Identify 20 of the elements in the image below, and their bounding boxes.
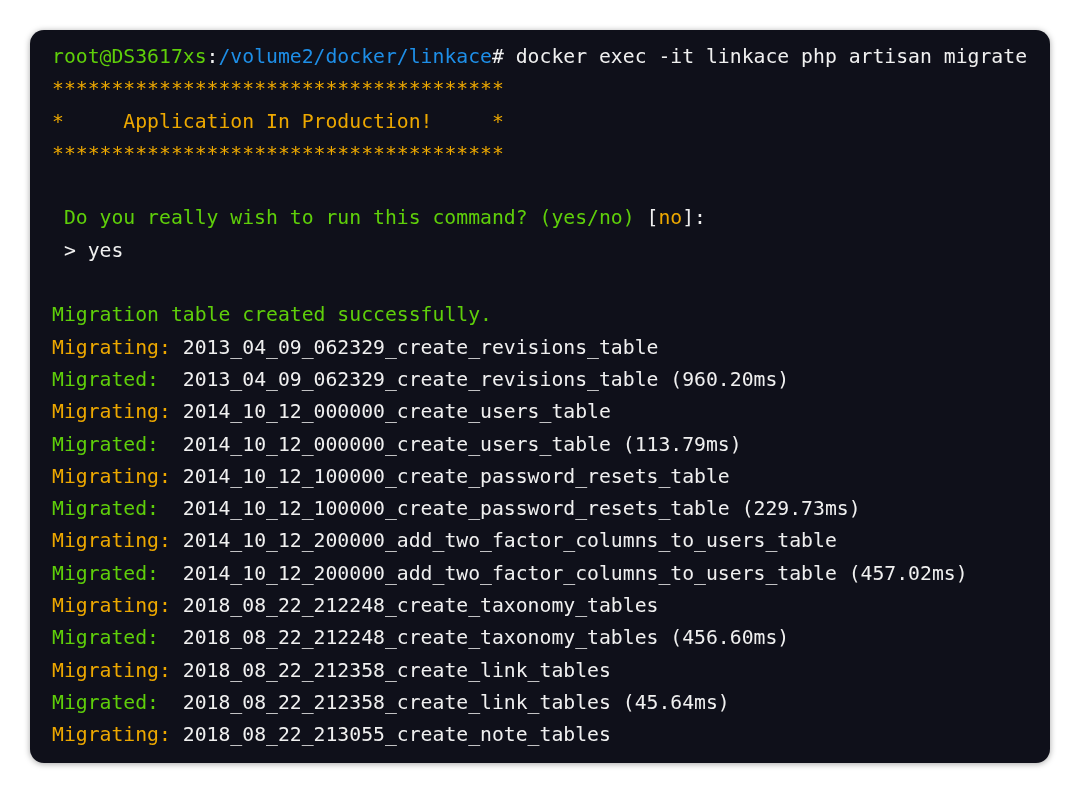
prompt-line: > yes (63, 237, 124, 264)
terminal-line: Migrating: 2013_04_09_062329_create_revisions_table (52, 334, 659, 361)
terminal-line: Migrated: 2014_10_12_000000_create_users_table (113.79ms) (52, 431, 742, 458)
terminal-line: * Application In Production! * (52, 108, 504, 135)
terminal-line: root@DS3617xs:/volume2/docker/linkace# docker exec -it linkace php artisan migrate (52, 44, 1028, 70)
terminal-line: Migrating: 2018_08_22_213055_create_note_tables (52, 722, 611, 749)
terminal-line: Migrated: 2014_10_12_200000_add_two_factor_columns_to_users_table (457.02ms) (52, 560, 968, 587)
terminal-line: Migrating: 2014_10_12_100000_create_password_resets_table (52, 463, 730, 490)
terminal-line: ************************************** (52, 76, 504, 103)
prompt-line: Do you really wish to run this command? (yes/no) [no]: (63, 205, 706, 232)
terminal-line: Migrated: 2018_08_22_212248_create_taxonomy_tables (456.60ms) (52, 625, 790, 652)
terminal-line: Migrated: 2014_10_12_100000_create_password_resets_table (229.73ms) (52, 496, 861, 523)
terminal-line: ************************************** (52, 140, 504, 167)
terminal-line: Migrating: 2018_08_22_212358_create_link_tables (52, 657, 611, 684)
terminal-line: Migrating: 2018_08_22_212248_create_taxonomy_tables (52, 593, 659, 620)
terminal-line: Migrating: 2014_10_12_200000_add_two_factor_columns_to_users_table (52, 528, 837, 555)
terminal-line: Migrating: 2014_10_12_000000_create_users_table (52, 399, 611, 426)
terminal-line: Migrated: 2013_04_09_062329_create_revisions_table (960.20ms) (52, 366, 790, 393)
terminal-line: Migrated: 2018_08_22_212358_create_link_tables (45.64ms) (52, 689, 730, 716)
terminal-line: Migration table created successfully. (52, 302, 492, 329)
